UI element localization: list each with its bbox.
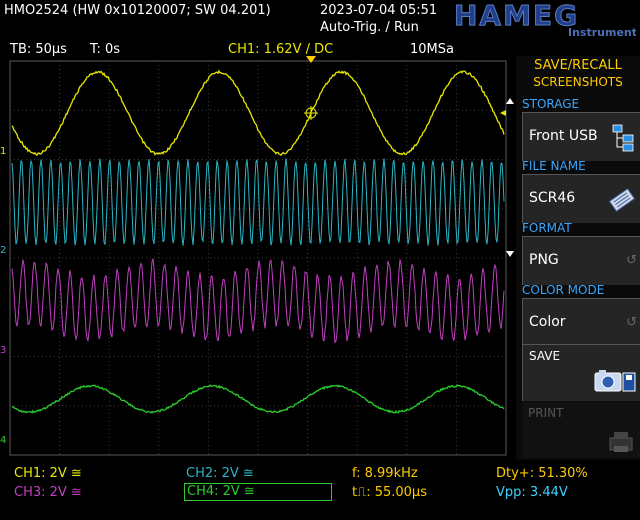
ch4-status[interactable]: CH4: 2V ≅ [184, 483, 332, 501]
file-name-category: FILE NAME [522, 159, 586, 173]
menu-title-line1: SAVE/RECALL [534, 58, 622, 73]
save-label: SAVE [529, 349, 561, 363]
period-readout: t⎍: 55.00µs [352, 485, 427, 500]
rotary-knob-icon: ↺ [626, 315, 637, 330]
scroll-up-arrow-icon [506, 98, 514, 104]
bottom-status-bar: CH1: 2V ≅ CH2: 2V ≅ CH3: 2V ≅ CH4: 2V ≅ … [0, 462, 640, 520]
softkey-menu: SAVE/RECALL SCREENSHOTS STORAGE Front US… [516, 56, 640, 460]
menu-title-line2: SCREENSHOTS [533, 75, 623, 89]
top-status-bar: HMO2524 (HW 0x10120007; SW 04.201) 2023-… [0, 0, 640, 57]
vpp-readout: Vpp: 3.44V [496, 485, 568, 500]
ch1-marker: 1 [0, 146, 6, 157]
duty-readout: Dty+: 51.30% [496, 466, 588, 481]
color-mode-category: COLOR MODE [522, 283, 605, 297]
color-mode-value: Color [529, 314, 566, 330]
format-button[interactable]: PNG ↺ [522, 236, 640, 285]
save-button[interactable]: SAVE [522, 344, 640, 401]
ch1-status[interactable]: CH1: 2V ≅ [14, 466, 82, 481]
printer-icon [609, 432, 633, 452]
file-name-button[interactable]: SCR46 [522, 174, 640, 223]
print-button[interactable]: PRINT [522, 402, 640, 458]
device-info: HMO2524 (HW 0x10120007; SW 04.201) [4, 3, 271, 18]
trigger-mode: Auto-Trig. / Run [320, 20, 419, 35]
file-name-value: SCR46 [529, 190, 576, 206]
trigger-level-marker [500, 110, 506, 116]
ch3-status[interactable]: CH3: 2V ≅ [14, 485, 82, 500]
timebase: TB: 50µs [10, 42, 67, 57]
ch4-marker: 4 [0, 435, 6, 446]
frequency-readout: f: 8.99kHz [352, 466, 418, 481]
trigger-time: T: 0s [90, 42, 121, 57]
color-mode-button[interactable]: Color ↺ [522, 298, 640, 347]
rotary-knob-icon: ↺ [626, 253, 637, 268]
sample-rate: 10MSa [410, 42, 454, 57]
trigger-crosshair-icon [304, 106, 318, 120]
ch2-waveform [11, 158, 505, 246]
ch1-setting: CH1: 1.62V / DC [228, 42, 334, 57]
format-value: PNG [529, 252, 559, 268]
folder-tree-icon [612, 124, 634, 152]
waveform-display[interactable]: 1 2 3 4 [0, 56, 516, 460]
storage-button[interactable]: Front USB [522, 112, 640, 161]
brand-sub: Instruments [568, 26, 636, 37]
ch2-marker: 2 [0, 245, 6, 256]
print-label: PRINT [528, 406, 564, 420]
format-category: FORMAT [522, 221, 572, 235]
storage-value: Front USB [529, 128, 598, 144]
brand-name: HAMEG [454, 1, 579, 32]
scroll-down-arrow-icon [506, 251, 514, 257]
camera-save-icon [594, 370, 636, 392]
ch2-status[interactable]: CH2: 2V ≅ [186, 466, 254, 481]
datetime: 2023-07-04 05:51 [320, 3, 438, 18]
hameg-logo: HAMEG Instruments [454, 1, 637, 37]
storage-category: STORAGE [522, 97, 580, 111]
ch3-marker: 3 [0, 345, 6, 356]
keyboard-edit-icon [608, 188, 636, 212]
